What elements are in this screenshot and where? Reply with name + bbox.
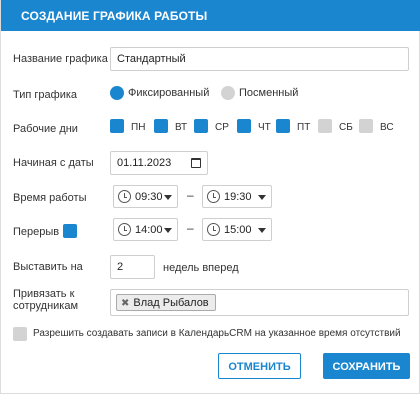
employee-tag-label: Влад Рыбалов bbox=[133, 297, 209, 309]
dialog-title: СОЗДАНИЕ ГРАФИКА РАБОТЫ bbox=[1, 0, 420, 31]
day-fri-label: ПТ bbox=[297, 122, 311, 133]
break-to-select[interactable]: 15:00 bbox=[202, 218, 272, 241]
start-date-value: 01.11.2023 bbox=[117, 157, 172, 169]
employees-input[interactable]: ✖ Влад Рыбалов bbox=[110, 289, 409, 316]
calendar-icon[interactable] bbox=[191, 158, 201, 168]
weeks-ahead-label: Выставить на bbox=[13, 261, 83, 273]
tag-remove-icon[interactable]: ✖ bbox=[121, 298, 129, 309]
work-days-label: Рабочие дни bbox=[13, 123, 78, 135]
break-checkbox[interactable] bbox=[63, 224, 77, 238]
day-sat-label: СБ bbox=[339, 122, 353, 133]
clock-icon bbox=[207, 190, 220, 203]
chevron-down-icon bbox=[258, 195, 266, 200]
chevron-down-icon bbox=[164, 195, 172, 200]
work-time-from-value: 09:30 bbox=[135, 191, 163, 203]
day-mon-label: ПН bbox=[131, 122, 146, 133]
work-time-to-value: 19:30 bbox=[224, 191, 252, 203]
break-label: Перерыв bbox=[13, 226, 60, 238]
clock-icon bbox=[118, 223, 131, 236]
day-tue-label: ВТ bbox=[175, 122, 188, 133]
chevron-down-icon bbox=[258, 228, 266, 233]
save-button[interactable]: СОХРАНИТЬ bbox=[323, 353, 410, 379]
allow-absence-label: Разрешить создавать записи в КалендарьCR… bbox=[33, 328, 401, 339]
day-thu-checkbox[interactable] bbox=[237, 119, 251, 133]
break-separator: – bbox=[187, 221, 194, 235]
start-date-label: Начиная с даты bbox=[13, 157, 94, 169]
day-tue-checkbox[interactable] bbox=[154, 119, 168, 133]
start-date-input[interactable]: 01.11.2023 bbox=[110, 151, 208, 175]
day-thu-label: ЧТ bbox=[258, 122, 271, 133]
radio-shift[interactable] bbox=[221, 86, 235, 100]
employees-label-line2: сотрудникам bbox=[13, 300, 79, 312]
cancel-button[interactable]: ОТМЕНИТЬ bbox=[218, 353, 301, 379]
clock-icon bbox=[118, 190, 131, 203]
break-from-select[interactable]: 14:00 bbox=[113, 218, 178, 241]
break-to-value: 15:00 bbox=[224, 224, 252, 236]
employees-label-line1: Привязать к bbox=[13, 288, 75, 300]
allow-absence-checkbox[interactable] bbox=[13, 327, 27, 341]
work-time-from-select[interactable]: 09:30 bbox=[113, 185, 178, 208]
radio-fixed[interactable] bbox=[110, 86, 124, 100]
work-time-separator: – bbox=[187, 188, 194, 202]
day-fri-checkbox[interactable] bbox=[276, 119, 290, 133]
radio-fixed-label: Фиксированный bbox=[128, 87, 210, 99]
schedule-dialog: СОЗДАНИЕ ГРАФИКА РАБОТЫ Название графика… bbox=[0, 0, 420, 394]
schedule-type-label: Тип графика bbox=[13, 89, 78, 101]
day-sun-checkbox[interactable] bbox=[359, 119, 373, 133]
employee-tag: ✖ Влад Рыбалов bbox=[116, 294, 216, 311]
weeks-ahead-input[interactable]: 2 bbox=[110, 255, 155, 279]
work-time-label: Время работы bbox=[13, 192, 87, 204]
work-time-to-select[interactable]: 19:30 bbox=[202, 185, 272, 208]
radio-shift-label: Посменный bbox=[239, 87, 299, 99]
day-wed-checkbox[interactable] bbox=[194, 119, 208, 133]
weeks-ahead-suffix: недель вперед bbox=[163, 262, 239, 274]
clock-icon bbox=[207, 223, 220, 236]
schedule-name-input[interactable]: Стандартный bbox=[110, 47, 409, 71]
day-wed-label: СР bbox=[215, 122, 229, 133]
break-from-value: 14:00 bbox=[135, 224, 163, 236]
day-mon-checkbox[interactable] bbox=[110, 119, 124, 133]
schedule-name-label: Название графика bbox=[13, 53, 108, 65]
day-sun-label: ВС bbox=[380, 122, 394, 133]
chevron-down-icon bbox=[164, 228, 172, 233]
day-sat-checkbox[interactable] bbox=[318, 119, 332, 133]
